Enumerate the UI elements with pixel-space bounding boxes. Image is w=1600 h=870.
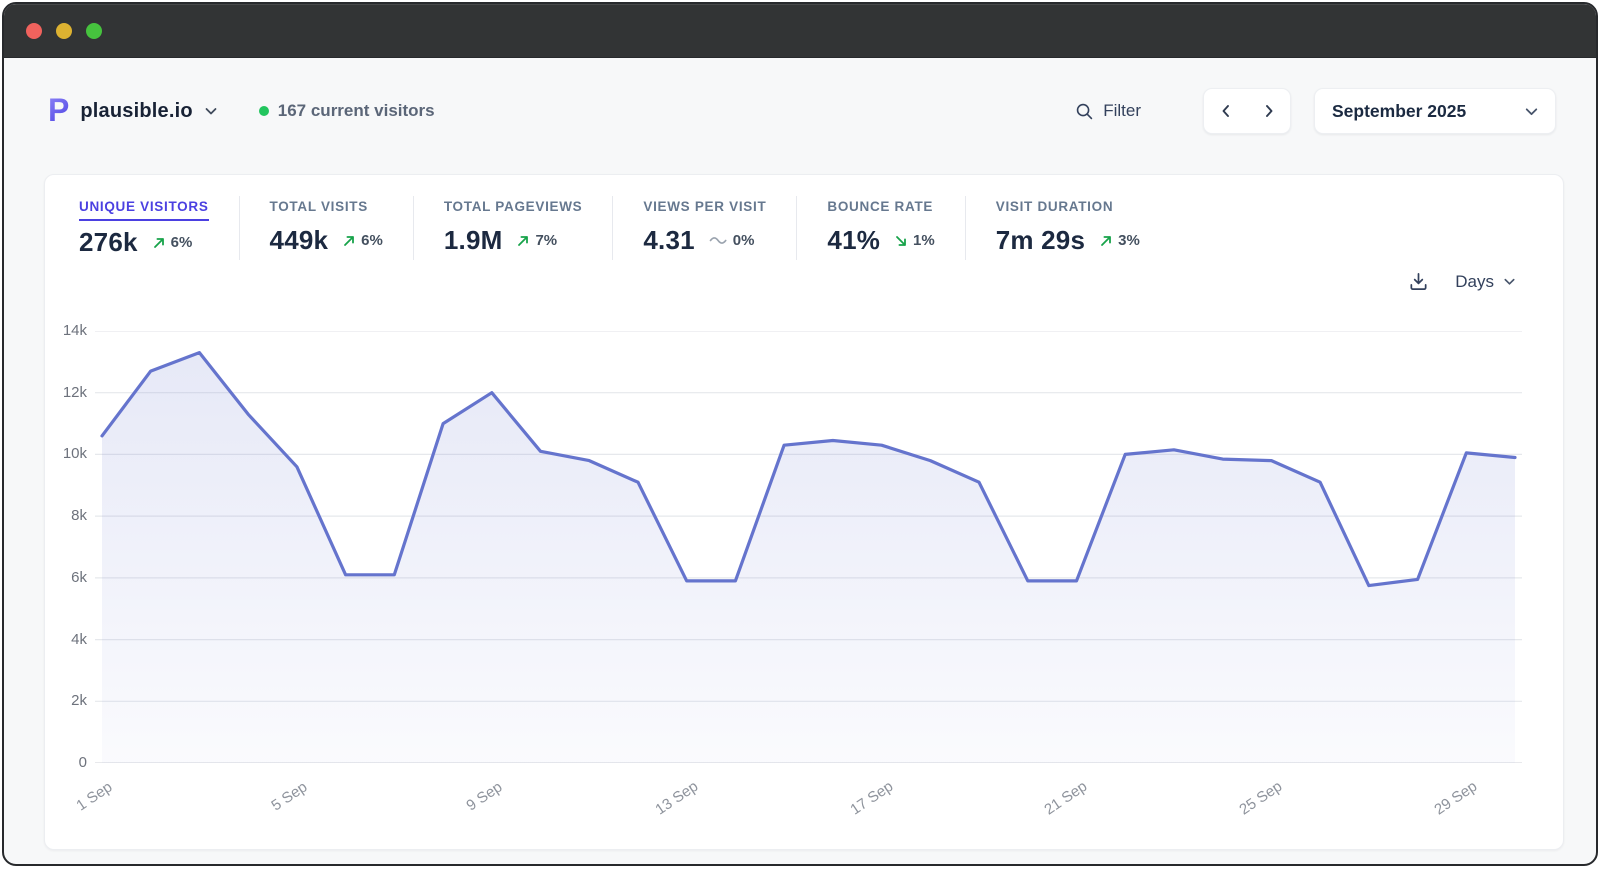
y-axis-tick: 4k: [45, 631, 87, 648]
site-switcher-chevron-down-icon[interactable]: [203, 103, 219, 119]
metric-change: 3%: [1099, 232, 1140, 249]
download-button[interactable]: [1408, 271, 1429, 292]
metric-tab-total-visits[interactable]: TOTAL VISITS 449k 6%: [240, 196, 414, 260]
y-axis-labels: 02k4k6k8k10k12k14k: [45, 331, 87, 763]
y-axis-tick: 8k: [45, 507, 87, 524]
search-icon: [1075, 102, 1094, 121]
x-axis-tick: 5 Sep: [268, 778, 310, 814]
site-name[interactable]: plausible.io: [80, 100, 192, 123]
app-window: P plausible.io 167 current visitors Filt…: [2, 2, 1598, 866]
y-axis-tick: 2k: [45, 692, 87, 709]
metric-tab-visit-duration[interactable]: VISIT DURATION 7m 29s 3%: [966, 196, 1170, 260]
metric-tab-bounce-rate[interactable]: BOUNCE RATE 41% 1%: [797, 196, 965, 260]
current-visitors[interactable]: 167 current visitors: [259, 101, 435, 121]
metric-change-percent: 6%: [361, 232, 383, 249]
current-visitors-label: 167 current visitors: [278, 101, 435, 121]
x-axis-tick: 13 Sep: [652, 778, 701, 819]
interval-dropdown[interactable]: Days: [1455, 272, 1517, 292]
metric-value: 449k: [270, 225, 329, 256]
trend-icon: [1099, 234, 1113, 248]
x-axis-tick: 17 Sep: [847, 778, 896, 819]
chevron-right-icon: [1262, 104, 1276, 118]
minimize-button[interactable]: [56, 23, 72, 39]
metric-value: 4.31: [643, 225, 694, 256]
trend-icon: [152, 236, 166, 250]
filter-label: Filter: [1103, 101, 1141, 121]
metric-label: VIEWS PER VISIT: [643, 199, 766, 219]
trend-icon: [709, 236, 728, 245]
zoom-button[interactable]: [86, 23, 102, 39]
metric-change-percent: 7%: [535, 232, 557, 249]
metric-change: 7%: [516, 232, 557, 249]
date-range-dropdown[interactable]: September 2025: [1314, 88, 1556, 134]
x-axis-tick: 25 Sep: [1237, 778, 1286, 819]
metric-label: UNIQUE VISITORS: [79, 199, 209, 221]
y-axis-tick: 14k: [45, 322, 87, 339]
trend-icon: [342, 234, 356, 248]
metric-label: BOUNCE RATE: [827, 199, 933, 219]
visitors-chart: [95, 331, 1522, 763]
chart-controls: Days: [1408, 271, 1517, 292]
metric-change: 6%: [342, 232, 383, 249]
trend-icon: [894, 234, 908, 248]
x-axis-tick: 1 Sep: [73, 778, 115, 814]
metric-value: 41%: [827, 225, 880, 256]
interval-label: Days: [1455, 272, 1494, 292]
metric-change-percent: 3%: [1118, 232, 1140, 249]
area-chart-canvas: [95, 331, 1522, 763]
metric-tab-views-per-visit[interactable]: VIEWS PER VISIT 4.31 0%: [613, 196, 797, 260]
metric-change: 0%: [709, 232, 755, 249]
live-dot-icon: [259, 106, 269, 116]
previous-period-button[interactable]: [1204, 89, 1247, 133]
metric-change: 6%: [152, 234, 193, 251]
metric-label: TOTAL VISITS: [270, 199, 368, 219]
analytics-card: UNIQUE VISITORS 276k 6% TOTAL VISITS 449…: [44, 174, 1564, 850]
x-axis-tick: 9 Sep: [463, 778, 505, 814]
close-button[interactable]: [26, 23, 42, 39]
x-axis-tick: 21 Sep: [1042, 778, 1091, 819]
y-axis-tick: 0: [45, 754, 87, 771]
metric-value: 276k: [79, 227, 138, 258]
metric-tab-unique-visitors[interactable]: UNIQUE VISITORS 276k 6%: [45, 196, 240, 260]
metrics-row: UNIQUE VISITORS 276k 6% TOTAL VISITS 449…: [45, 196, 1170, 260]
window-titlebar: [4, 4, 1596, 58]
metric-change: 1%: [894, 232, 935, 249]
metric-change-percent: 0%: [733, 232, 755, 249]
metric-value: 7m 29s: [996, 225, 1085, 256]
filter-button[interactable]: Filter: [1075, 101, 1141, 121]
chevron-left-icon: [1219, 104, 1233, 118]
chevron-down-icon: [1523, 103, 1540, 120]
metric-label: TOTAL PAGEVIEWS: [444, 199, 583, 219]
metric-value: 1.9M: [444, 225, 503, 256]
metric-tab-total-pageviews[interactable]: TOTAL PAGEVIEWS 1.9M 7%: [414, 196, 614, 260]
metric-change-percent: 6%: [171, 234, 193, 251]
y-axis-tick: 6k: [45, 569, 87, 586]
date-range-label: September 2025: [1332, 101, 1466, 122]
y-axis-tick: 12k: [45, 384, 87, 401]
metric-change-percent: 1%: [913, 232, 935, 249]
chevron-down-icon: [1502, 274, 1517, 289]
dashboard-header: P plausible.io 167 current visitors Filt…: [4, 58, 1596, 154]
plausible-logo-icon: P: [48, 94, 69, 126]
next-period-button[interactable]: [1247, 89, 1290, 133]
download-icon: [1408, 271, 1429, 292]
trend-icon: [516, 234, 530, 248]
x-axis-tick: 29 Sep: [1432, 778, 1481, 819]
y-axis-tick: 10k: [45, 445, 87, 462]
x-axis-labels: 1 Sep5 Sep9 Sep13 Sep17 Sep21 Sep25 Sep2…: [95, 771, 1522, 831]
metric-label: VISIT DURATION: [996, 199, 1114, 219]
period-nav: [1203, 88, 1291, 134]
